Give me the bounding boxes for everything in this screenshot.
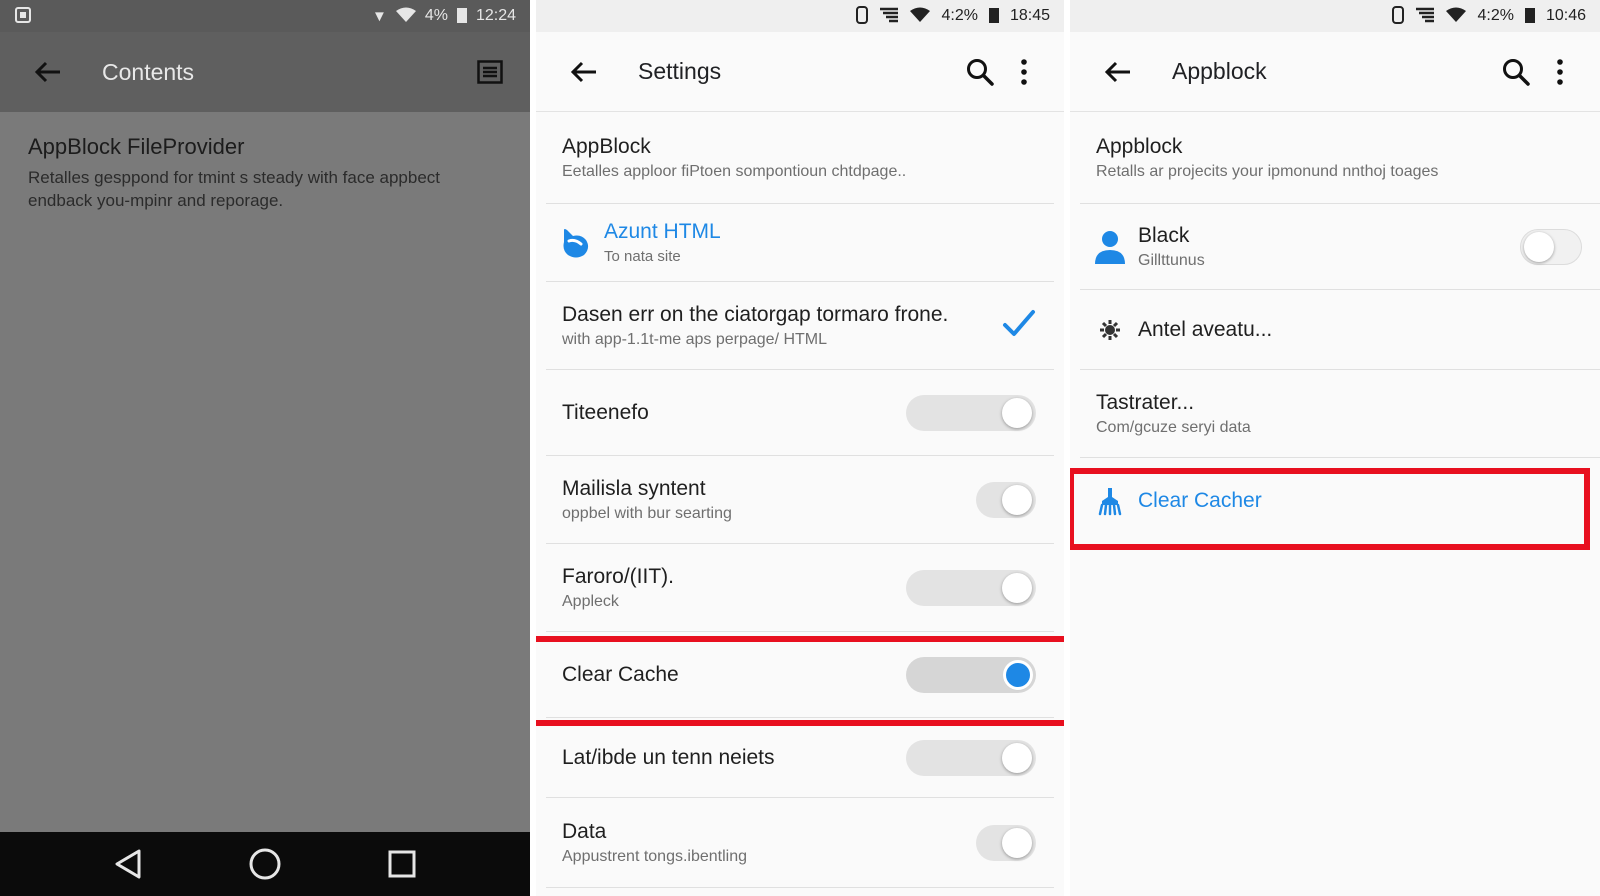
data-row[interactable]: Data Appustrent tongs.ibentling [546,798,1054,888]
appblock-screen: 4:2% 10:46 Appblock Appblock Retalls ar … [1070,0,1600,896]
latibde-toggle[interactable] [906,739,1036,776]
row-title: Clear Cacher [1138,489,1262,512]
list-view-icon[interactable] [468,50,512,94]
row-title: Data [562,819,607,843]
mailisla-toggle[interactable] [976,481,1036,518]
search-icon[interactable] [1494,50,1538,94]
gear-icon [1090,310,1130,350]
mailisla-row[interactable]: Mailisla syntent oppbel with bur seartin… [546,456,1054,544]
faroro-row[interactable]: Faroro/(IIT). Appleck [546,544,1054,632]
row-title: Tastrater... [1096,390,1195,414]
app-bar: Contents [0,32,530,112]
back-arrow-icon[interactable] [562,50,606,94]
clear-cache-row[interactable]: Clear Cache [546,632,1054,718]
battery-icon [1524,6,1536,27]
clock: 10:46 [1545,7,1586,24]
row-title: Appblock [1096,134,1183,158]
page-title: Contents [102,58,195,85]
row-subtitle: Retalls ar projecits your ipmonund nntho… [1096,162,1439,180]
app-bar: Appblock [1070,32,1600,112]
vibrate-icon [855,5,869,27]
black-row[interactable]: Black Gillttunus [1080,204,1600,290]
cast-icon [879,7,899,26]
row-title: Black [1138,223,1190,247]
row-title: Lat/ibde un tenn neiets [562,745,775,769]
row-title: Azunt HTML [604,220,721,243]
contents-screen: ▼ 4% 12:24 Contents AppBlock FileProvide… [0,0,530,896]
appblock-logo-icon [556,223,596,263]
row-title: AppBlock [562,134,651,158]
row-subtitle: Gillttunus [1138,251,1205,269]
settings-screen: 4:2% 18:45 Settings AppBlock Eetalles ap… [536,0,1064,896]
back-arrow-icon[interactable] [1096,50,1140,94]
clock: 12:24 [475,7,516,24]
antel-row[interactable]: Antel aveatu... [1080,290,1600,370]
faroro-toggle[interactable] [906,569,1036,606]
notification-icon [14,6,32,27]
row-subtitle: with app-1.1t-me aps perpage/ HTML [562,330,828,348]
row-title: Antel aveatu... [1138,317,1273,341]
nav-back-icon[interactable] [104,840,152,888]
row-subtitle: To nata site [604,248,681,265]
clear-cache-toggle[interactable] [906,656,1036,693]
page-title: Appblock [1172,58,1267,84]
status-bar: 4:2% 10:46 [1070,0,1600,32]
battery-text: 4% [424,7,448,24]
titeenefo-toggle[interactable] [906,394,1036,431]
titeenefo-row[interactable]: Titeenefo [546,370,1054,456]
clear-cacher-row[interactable]: Clear Cacher [1080,458,1600,544]
tastrater-row[interactable]: Tastrater... Com/gcuze seryi data [1080,370,1600,458]
person-icon [1090,227,1130,267]
system-nav-bar [0,832,530,896]
row-subtitle: Appleck [562,592,619,610]
nav-recents-icon[interactable] [378,840,426,888]
checkmark-icon[interactable] [1002,308,1036,343]
row-subtitle: Eetalles apploor fiPtoen sompontioun cht… [562,162,907,180]
search-icon[interactable] [958,50,1002,94]
appblock-info-row[interactable]: AppBlock Eetalles apploor fiPtoen sompon… [546,112,1054,204]
clock: 18:45 [1009,7,1050,24]
row-title: Clear Cache [562,662,679,686]
more-vert-icon[interactable] [1538,50,1582,94]
back-arrow-icon[interactable] [26,50,70,94]
provider-description: Retalles gesppond for tmint s steady wit… [28,168,441,210]
battery-icon [988,6,1000,27]
status-bar: 4:2% 18:45 [536,0,1064,32]
row-title: Mailisla syntent [562,476,706,500]
appblock-info-row[interactable]: Appblock Retalls ar projecits your ipmon… [1080,112,1600,204]
nav-home-icon[interactable] [241,840,289,888]
row-subtitle: Com/gcuze seryi data [1096,418,1251,436]
row-title: Faroro/(IIT). [562,564,675,588]
azunt-html-row[interactable]: Azunt HTML To nata site [546,204,1054,282]
provider-title: AppBlock FileProvider [28,134,245,159]
battery-icon [456,6,468,27]
wifi-icon [1445,7,1467,26]
row-subtitle: Appustrent tongs.ibentling [562,847,748,865]
row-title: Titeenefo [562,400,649,424]
cast-icon [1415,7,1435,26]
status-bar: ▼ 4% 12:24 [0,0,530,32]
wifi-icon [395,7,417,26]
black-toggle[interactable] [1520,228,1582,265]
row-subtitle: oppbel with bur searting [562,504,732,522]
battery-text: 4:2% [1477,7,1514,24]
more-vert-icon[interactable] [1002,50,1046,94]
latibde-row[interactable]: Lat/ibde un tenn neiets [546,718,1054,798]
app-bar: Settings [536,32,1064,112]
vibrate-icon [1391,5,1405,27]
wifi-icon [909,7,931,26]
signal-icon: ▼ [371,7,387,25]
broom-icon [1090,481,1130,521]
html-option-row[interactable]: Dasen err on the ciatorgap tormaro frone… [546,282,1054,370]
content-area: AppBlock FileProvider Retalles gesppond … [0,112,530,234]
battery-text: 4:2% [941,7,978,24]
data-toggle[interactable] [976,824,1036,861]
row-title: Dasen err on the ciatorgap tormaro frone… [562,302,949,326]
page-title: Settings [638,58,722,84]
